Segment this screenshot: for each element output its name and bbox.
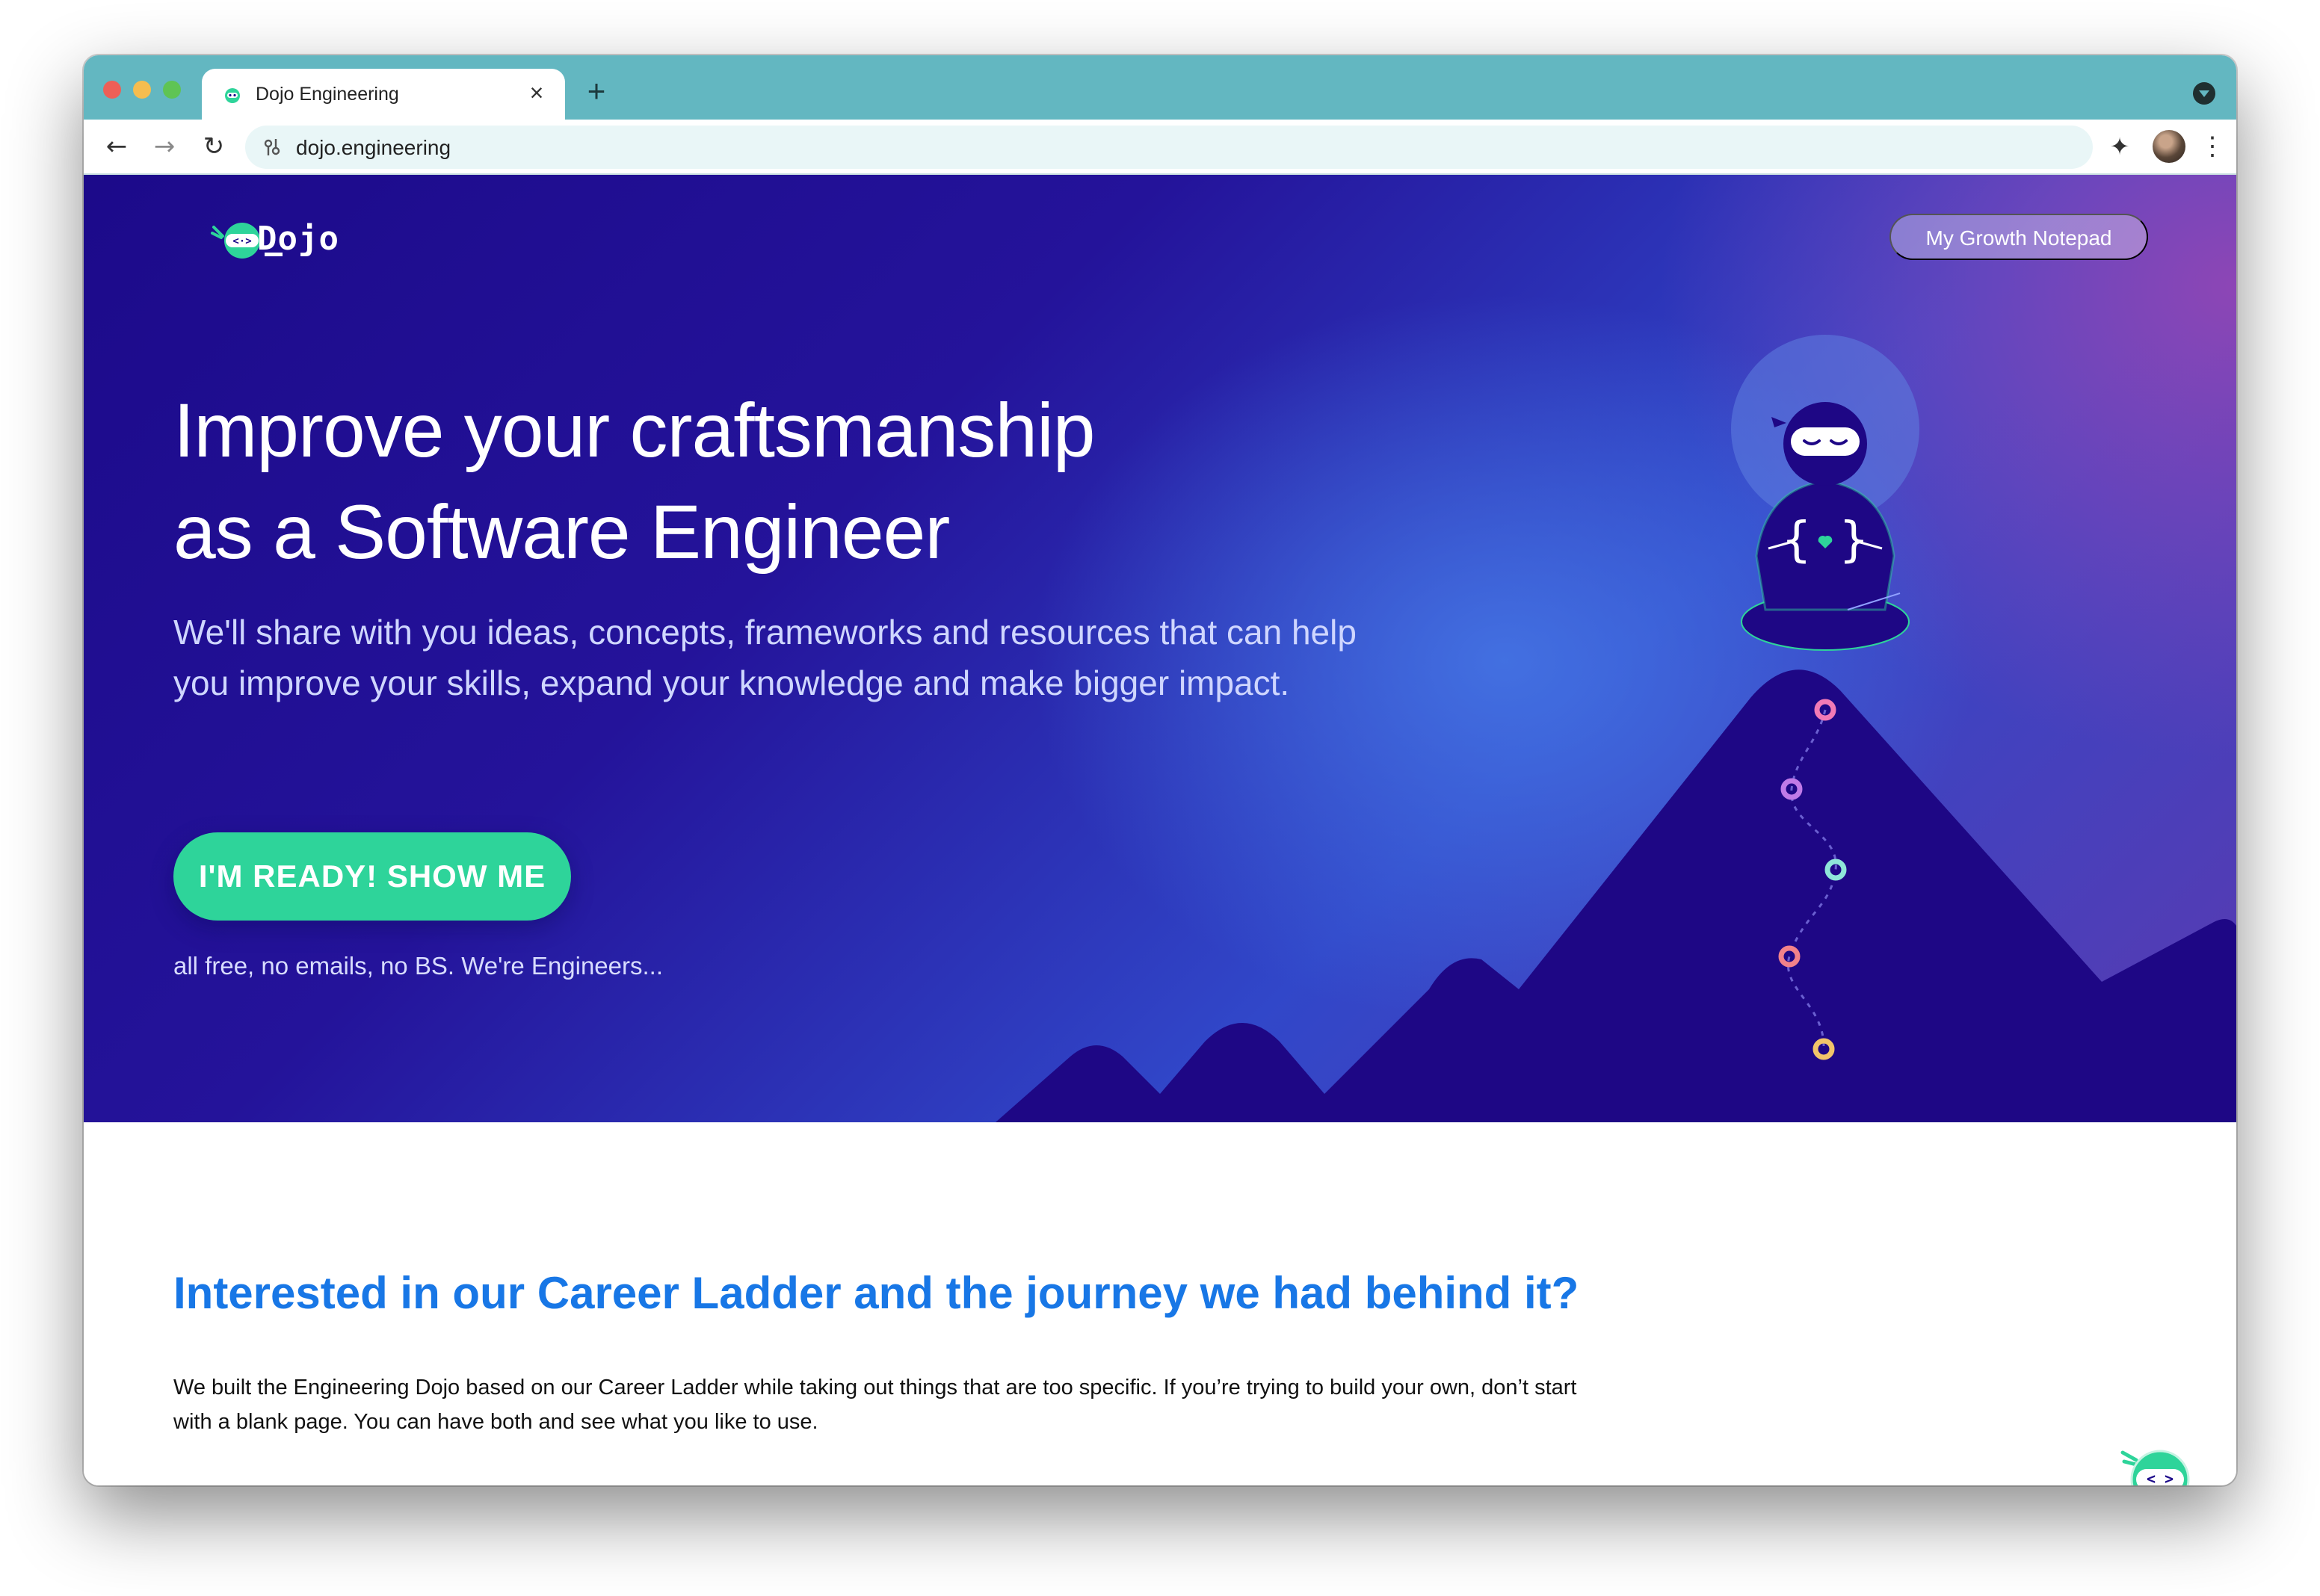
career-text-line: We built the Engineering Dojo based on o… xyxy=(173,1376,1577,1399)
svg-text:< >: < > xyxy=(2147,1470,2174,1485)
cta-note: all free, no emails, no BS. We're Engine… xyxy=(173,952,664,980)
career-ladder-text: We built the Engineering Dojo based on o… xyxy=(173,1370,1728,1439)
dojo-favicon-icon xyxy=(225,88,240,103)
browser-toolbar: ← → ↻ dojo.engineering ✦ ⋮ xyxy=(84,120,2236,175)
meditating-ninja-icon: { } xyxy=(1731,335,1919,651)
minimize-window-button[interactable] xyxy=(133,81,151,99)
site-info-icon[interactable] xyxy=(260,136,283,158)
address-bar[interactable]: dojo.engineering xyxy=(245,126,2093,169)
browser-window: Dojo Engineering × + ← → ↻ dojo.engineer… xyxy=(84,55,2236,1485)
svg-text:<·>: <·> xyxy=(232,235,251,247)
hero-subtitle-line: you improve your skills, expand your kno… xyxy=(173,664,1290,702)
browser-menu-icon[interactable]: ⋮ xyxy=(2197,129,2227,164)
logo-wordmark[interactable]: Dojo xyxy=(257,220,339,258)
hero-title: Improve your craftsmanship as a Software… xyxy=(173,380,1295,583)
close-window-button[interactable] xyxy=(103,81,121,99)
hero-title-line: Improve your craftsmanship xyxy=(173,388,1095,473)
hero-section: <·> Dojo My Growth Notepad Improve your … xyxy=(84,175,2236,1122)
back-arrow-icon[interactable]: ← xyxy=(99,129,135,164)
page-content: <·> Dojo My Growth Notepad Improve your … xyxy=(84,175,2236,1485)
tab-search-icon[interactable] xyxy=(2193,82,2215,105)
url-text[interactable]: dojo.engineering xyxy=(296,136,451,160)
tab-dojo-engineering[interactable]: Dojo Engineering × xyxy=(202,69,565,120)
hero-subtitle: We'll share with you ideas, concepts, fr… xyxy=(173,607,1444,708)
forward-arrow-icon[interactable]: → xyxy=(146,129,182,164)
extensions-puzzle-icon[interactable]: ✦ xyxy=(2102,129,2138,164)
hero-subtitle-line: We'll share with you ideas, concepts, fr… xyxy=(173,613,1357,652)
my-growth-notepad-button[interactable]: My Growth Notepad xyxy=(1889,214,2148,260)
tab-title: Dojo Engineering xyxy=(256,84,399,105)
floating-ninja-chat-icon[interactable]: < > xyxy=(2117,1438,2199,1485)
close-icon[interactable]: × xyxy=(523,79,550,106)
im-ready-show-me-button[interactable]: I'M READY! SHOW ME xyxy=(173,832,571,921)
career-ladder-heading: Interested in our Career Ladder and the … xyxy=(173,1268,1579,1318)
mountain-range xyxy=(996,669,2236,1122)
maximize-window-button[interactable] xyxy=(163,81,181,99)
reload-icon[interactable]: ↻ xyxy=(196,129,232,164)
hero-title-line: as a Software Engineer xyxy=(173,489,950,575)
profile-avatar[interactable] xyxy=(2153,130,2185,163)
tab-strip: Dojo Engineering × + xyxy=(84,55,2236,120)
career-text-line: with a blank page. You can have both and… xyxy=(173,1410,818,1434)
new-tab-button[interactable]: + xyxy=(580,75,613,108)
